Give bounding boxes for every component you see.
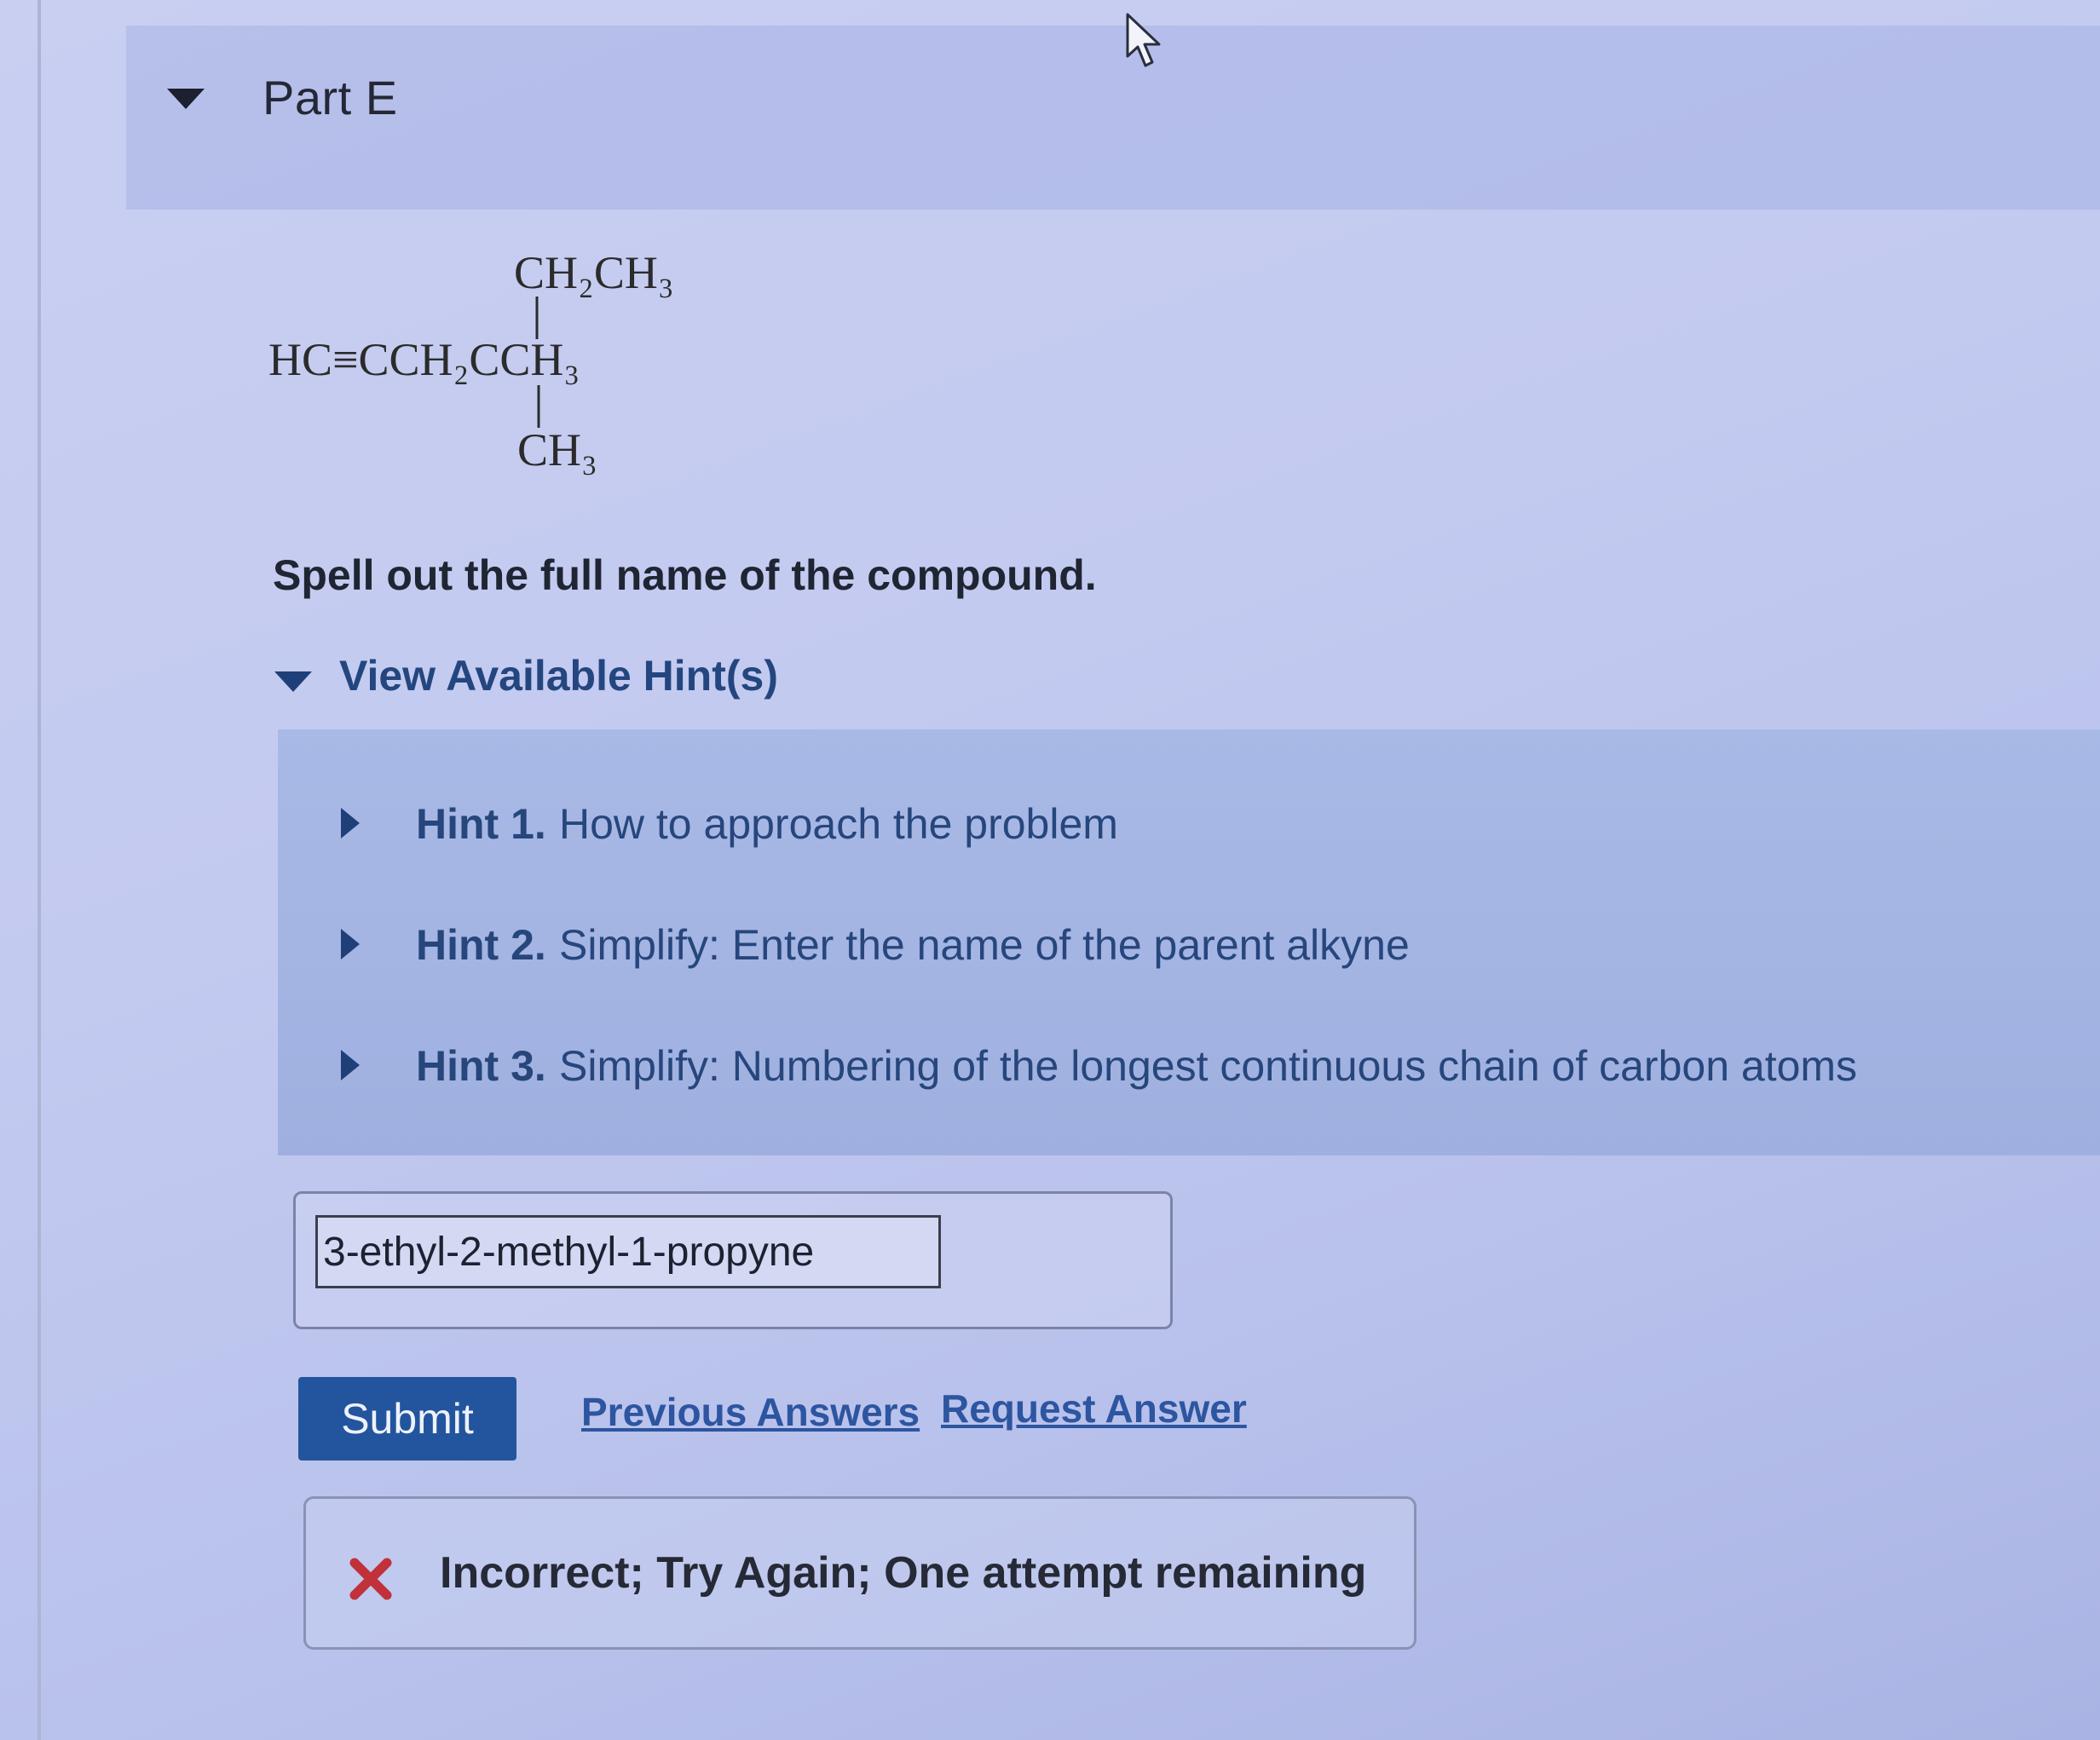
caret-down-icon[interactable]: [274, 671, 312, 692]
view-hints-toggle[interactable]: View Available Hint(s): [339, 651, 778, 700]
submit-button[interactable]: Submit: [298, 1377, 516, 1461]
hint-text[interactable]: Simplify: Numbering of the longest conti…: [559, 1041, 1857, 1091]
hint-text[interactable]: How to approach the problem: [559, 799, 1118, 849]
request-answer-link[interactable]: Request Answer: [941, 1386, 1247, 1432]
feedback-message: Incorrect; Try Again; One attempt remain…: [440, 1548, 1367, 1598]
left-border: [38, 0, 41, 1740]
answer-input[interactable]: [315, 1215, 941, 1288]
part-header[interactable]: [126, 26, 2100, 210]
bottom-substituent: CH₃: [517, 424, 597, 475]
hint-number: Hint 1.: [416, 800, 546, 848]
caret-right-icon[interactable]: [341, 929, 360, 959]
previous-answers-link[interactable]: Previous Answers: [581, 1389, 920, 1435]
compound-structure: CH₂CH₃ HC≡CCH₂CCH₃ CH₃: [268, 247, 674, 475]
caret-right-icon[interactable]: [341, 1050, 360, 1080]
caret-right-icon[interactable]: [341, 808, 360, 838]
top-substituent: CH₂CH₃: [514, 247, 674, 298]
part-title: Part E: [262, 71, 398, 124]
caret-down-icon[interactable]: [167, 89, 205, 109]
question-prompt: Spell out the full name of the compound.: [273, 551, 1097, 599]
hint-number: Hint 3.: [416, 1042, 546, 1090]
x-mark-icon: [349, 1558, 392, 1600]
hint-number: Hint 2.: [416, 921, 546, 969]
mouse-pointer-icon: [1126, 13, 1161, 67]
hint-text[interactable]: Simplify: Enter the name of the parent a…: [559, 920, 1410, 970]
main-chain: HC≡CCH₂CCH₃: [268, 334, 580, 385]
